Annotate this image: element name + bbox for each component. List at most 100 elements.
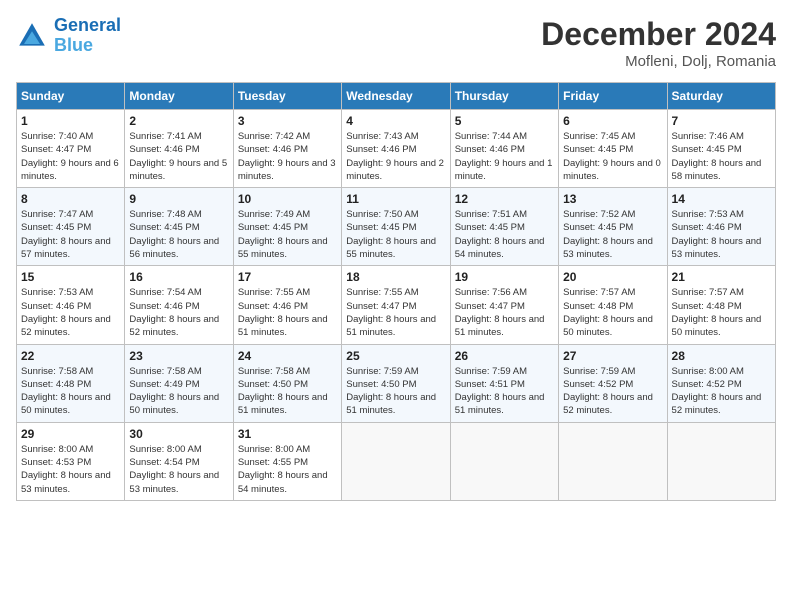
sunrise-label: Sunrise: 8:00 AM bbox=[21, 444, 93, 455]
sunset-label: Sunset: 4:47 PM bbox=[346, 301, 416, 312]
sunrise-label: Sunrise: 7:55 AM bbox=[238, 287, 310, 298]
daylight-label: Daylight: 8 hours and 52 minutes. bbox=[21, 314, 111, 338]
logo: GeneralBlue bbox=[16, 16, 121, 56]
title-block: December 2024 Mofleni, Dolj, Romania bbox=[541, 16, 776, 70]
sunrise-label: Sunrise: 7:42 AM bbox=[238, 131, 310, 142]
daylight-label: Daylight: 8 hours and 55 minutes. bbox=[346, 236, 436, 260]
calendar-day-cell: 21 Sunrise: 7:57 AM Sunset: 4:48 PM Dayl… bbox=[667, 266, 775, 344]
calendar-day-cell: 4 Sunrise: 7:43 AM Sunset: 4:46 PM Dayli… bbox=[342, 110, 450, 188]
calendar-day-cell: 29 Sunrise: 8:00 AM Sunset: 4:53 PM Dayl… bbox=[17, 422, 125, 500]
sunset-label: Sunset: 4:46 PM bbox=[672, 222, 742, 233]
day-number: 7 bbox=[672, 114, 771, 128]
daylight-label: Daylight: 8 hours and 55 minutes. bbox=[238, 236, 328, 260]
calendar-day-cell: 10 Sunrise: 7:49 AM Sunset: 4:45 PM Dayl… bbox=[233, 188, 341, 266]
day-number: 20 bbox=[563, 270, 662, 284]
day-info: Sunrise: 7:55 AM Sunset: 4:46 PM Dayligh… bbox=[238, 286, 337, 339]
daylight-label: Daylight: 8 hours and 53 minutes. bbox=[129, 470, 219, 494]
calendar-week-row: 22 Sunrise: 7:58 AM Sunset: 4:48 PM Dayl… bbox=[17, 344, 776, 422]
day-number: 27 bbox=[563, 349, 662, 363]
calendar-week-row: 1 Sunrise: 7:40 AM Sunset: 4:47 PM Dayli… bbox=[17, 110, 776, 188]
sunrise-label: Sunrise: 7:54 AM bbox=[129, 287, 201, 298]
calendar-day-cell: 23 Sunrise: 7:58 AM Sunset: 4:49 PM Dayl… bbox=[125, 344, 233, 422]
calendar-week-row: 8 Sunrise: 7:47 AM Sunset: 4:45 PM Dayli… bbox=[17, 188, 776, 266]
location: Mofleni, Dolj, Romania bbox=[541, 53, 776, 70]
sunset-label: Sunset: 4:54 PM bbox=[129, 457, 199, 468]
weekday-header: Friday bbox=[559, 83, 667, 110]
sunset-label: Sunset: 4:46 PM bbox=[129, 144, 199, 155]
calendar-day-cell: 27 Sunrise: 7:59 AM Sunset: 4:52 PM Dayl… bbox=[559, 344, 667, 422]
calendar-day-cell bbox=[667, 422, 775, 500]
daylight-label: Daylight: 9 hours and 1 minute. bbox=[455, 158, 553, 182]
day-info: Sunrise: 7:47 AM Sunset: 4:45 PM Dayligh… bbox=[21, 208, 120, 261]
sunset-label: Sunset: 4:52 PM bbox=[672, 379, 742, 390]
sunset-label: Sunset: 4:53 PM bbox=[21, 457, 91, 468]
sunrise-label: Sunrise: 7:44 AM bbox=[455, 131, 527, 142]
day-number: 11 bbox=[346, 192, 445, 206]
day-number: 8 bbox=[21, 192, 120, 206]
day-number: 18 bbox=[346, 270, 445, 284]
day-number: 1 bbox=[21, 114, 120, 128]
calendar-day-cell: 2 Sunrise: 7:41 AM Sunset: 4:46 PM Dayli… bbox=[125, 110, 233, 188]
day-info: Sunrise: 7:59 AM Sunset: 4:52 PM Dayligh… bbox=[563, 365, 662, 418]
calendar-day-cell: 18 Sunrise: 7:55 AM Sunset: 4:47 PM Dayl… bbox=[342, 266, 450, 344]
sunset-label: Sunset: 4:45 PM bbox=[563, 222, 633, 233]
daylight-label: Daylight: 9 hours and 6 minutes. bbox=[21, 158, 119, 182]
weekday-header: Thursday bbox=[450, 83, 558, 110]
sunset-label: Sunset: 4:50 PM bbox=[238, 379, 308, 390]
day-number: 22 bbox=[21, 349, 120, 363]
day-info: Sunrise: 7:53 AM Sunset: 4:46 PM Dayligh… bbox=[21, 286, 120, 339]
sunset-label: Sunset: 4:45 PM bbox=[563, 144, 633, 155]
daylight-label: Daylight: 8 hours and 50 minutes. bbox=[563, 314, 653, 338]
sunrise-label: Sunrise: 7:52 AM bbox=[563, 209, 635, 220]
day-number: 14 bbox=[672, 192, 771, 206]
calendar-day-cell: 14 Sunrise: 7:53 AM Sunset: 4:46 PM Dayl… bbox=[667, 188, 775, 266]
daylight-label: Daylight: 8 hours and 53 minutes. bbox=[21, 470, 111, 494]
calendar-day-cell: 26 Sunrise: 7:59 AM Sunset: 4:51 PM Dayl… bbox=[450, 344, 558, 422]
daylight-label: Daylight: 8 hours and 50 minutes. bbox=[21, 392, 111, 416]
calendar-day-cell: 11 Sunrise: 7:50 AM Sunset: 4:45 PM Dayl… bbox=[342, 188, 450, 266]
logo-text: GeneralBlue bbox=[54, 16, 121, 56]
calendar-day-cell bbox=[450, 422, 558, 500]
day-number: 21 bbox=[672, 270, 771, 284]
sunrise-label: Sunrise: 7:47 AM bbox=[21, 209, 93, 220]
sunset-label: Sunset: 4:45 PM bbox=[129, 222, 199, 233]
calendar-day-cell: 19 Sunrise: 7:56 AM Sunset: 4:47 PM Dayl… bbox=[450, 266, 558, 344]
sunset-label: Sunset: 4:50 PM bbox=[346, 379, 416, 390]
day-info: Sunrise: 8:00 AM Sunset: 4:53 PM Dayligh… bbox=[21, 443, 120, 496]
calendar-day-cell: 5 Sunrise: 7:44 AM Sunset: 4:46 PM Dayli… bbox=[450, 110, 558, 188]
day-info: Sunrise: 7:52 AM Sunset: 4:45 PM Dayligh… bbox=[563, 208, 662, 261]
page-header: GeneralBlue December 2024 Mofleni, Dolj,… bbox=[16, 16, 776, 70]
day-info: Sunrise: 7:46 AM Sunset: 4:45 PM Dayligh… bbox=[672, 130, 771, 183]
day-info: Sunrise: 7:51 AM Sunset: 4:45 PM Dayligh… bbox=[455, 208, 554, 261]
sunset-label: Sunset: 4:46 PM bbox=[129, 301, 199, 312]
calendar-day-cell: 15 Sunrise: 7:53 AM Sunset: 4:46 PM Dayl… bbox=[17, 266, 125, 344]
daylight-label: Daylight: 8 hours and 51 minutes. bbox=[238, 314, 328, 338]
daylight-label: Daylight: 9 hours and 3 minutes. bbox=[238, 158, 336, 182]
sunrise-label: Sunrise: 7:41 AM bbox=[129, 131, 201, 142]
daylight-label: Daylight: 9 hours and 0 minutes. bbox=[563, 158, 661, 182]
day-number: 13 bbox=[563, 192, 662, 206]
daylight-label: Daylight: 8 hours and 52 minutes. bbox=[563, 392, 653, 416]
daylight-label: Daylight: 9 hours and 2 minutes. bbox=[346, 158, 444, 182]
day-number: 4 bbox=[346, 114, 445, 128]
daylight-label: Daylight: 8 hours and 58 minutes. bbox=[672, 158, 762, 182]
daylight-label: Daylight: 8 hours and 52 minutes. bbox=[672, 392, 762, 416]
sunrise-label: Sunrise: 7:53 AM bbox=[672, 209, 744, 220]
sunrise-label: Sunrise: 7:53 AM bbox=[21, 287, 93, 298]
sunset-label: Sunset: 4:45 PM bbox=[346, 222, 416, 233]
calendar-day-cell: 1 Sunrise: 7:40 AM Sunset: 4:47 PM Dayli… bbox=[17, 110, 125, 188]
weekday-header: Tuesday bbox=[233, 83, 341, 110]
day-number: 23 bbox=[129, 349, 228, 363]
daylight-label: Daylight: 8 hours and 54 minutes. bbox=[238, 470, 328, 494]
day-info: Sunrise: 7:53 AM Sunset: 4:46 PM Dayligh… bbox=[672, 208, 771, 261]
calendar-day-cell: 30 Sunrise: 8:00 AM Sunset: 4:54 PM Dayl… bbox=[125, 422, 233, 500]
sunrise-label: Sunrise: 7:57 AM bbox=[672, 287, 744, 298]
sunrise-label: Sunrise: 7:43 AM bbox=[346, 131, 418, 142]
calendar-day-cell: 16 Sunrise: 7:54 AM Sunset: 4:46 PM Dayl… bbox=[125, 266, 233, 344]
sunrise-label: Sunrise: 7:59 AM bbox=[563, 366, 635, 377]
day-info: Sunrise: 8:00 AM Sunset: 4:55 PM Dayligh… bbox=[238, 443, 337, 496]
calendar-header-row: SundayMondayTuesdayWednesdayThursdayFrid… bbox=[17, 83, 776, 110]
day-number: 12 bbox=[455, 192, 554, 206]
day-info: Sunrise: 7:42 AM Sunset: 4:46 PM Dayligh… bbox=[238, 130, 337, 183]
day-number: 6 bbox=[563, 114, 662, 128]
